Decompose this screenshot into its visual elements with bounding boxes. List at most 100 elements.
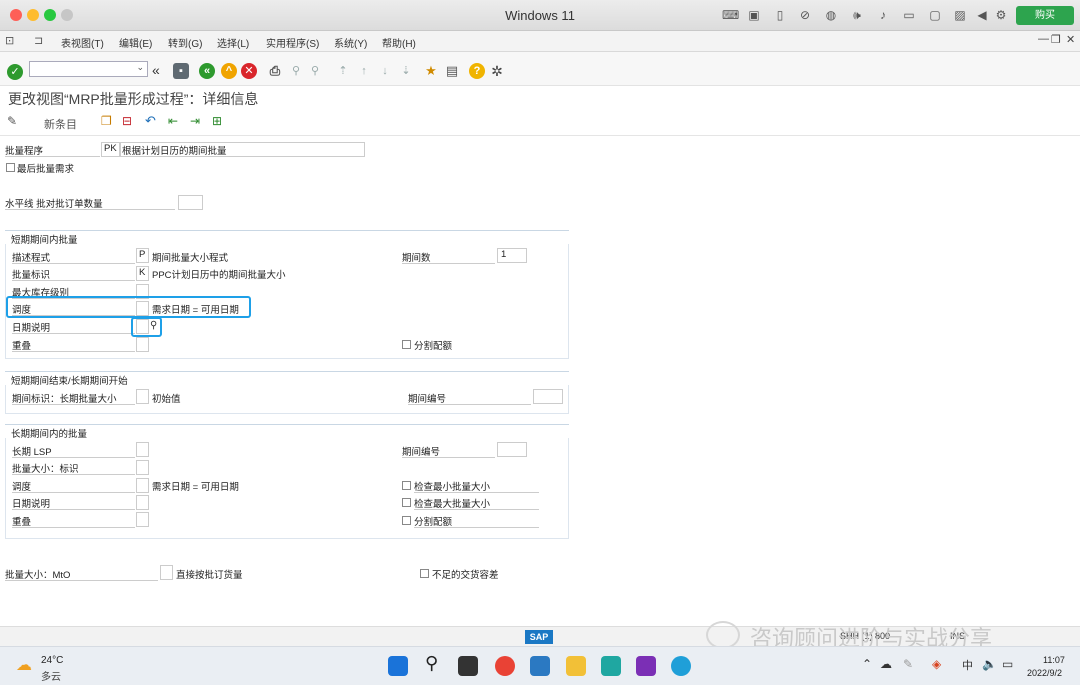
speaker-icon[interactable]: 🕪 <box>850 8 864 22</box>
scheduling-input[interactable] <box>136 301 149 316</box>
undo-icon[interactable]: ↶ <box>145 113 156 129</box>
drive-icon[interactable]: ▭ <box>902 8 916 22</box>
menu-item-edit[interactable]: 编辑(E) <box>119 35 152 50</box>
check-min-checkbox[interactable] <box>402 481 411 490</box>
buy-button[interactable]: 购买 <box>1016 6 1074 25</box>
period-ind-desc: 初始值 <box>152 394 181 405</box>
previous-entry-icon[interactable]: ⇤ <box>168 114 178 128</box>
restore-icon[interactable]: ❐ <box>1051 33 1061 46</box>
lot-procedure-code[interactable]: PK <box>101 142 120 157</box>
window-menu-icon[interactable]: ⊡ <box>5 34 14 47</box>
copy-icon[interactable]: ❐ <box>101 114 112 128</box>
print-icon[interactable]: ⎙ <box>267 63 283 79</box>
first-page-icon[interactable]: ⇡ <box>335 63 351 79</box>
back-arrow-icon[interactable]: ◀ <box>975 8 989 22</box>
next-page-icon[interactable]: ↓ <box>377 63 393 79</box>
lot-ind-label: 批量标识 <box>12 267 135 281</box>
exit-icon[interactable]: ^ <box>221 63 237 79</box>
settings-icon[interactable]: ✲ <box>489 63 505 79</box>
network-icon[interactable]: ◍ <box>824 8 838 22</box>
desc-proc-code[interactable]: P <box>136 248 149 263</box>
keyboard-icon[interactable]: ⌨ <box>722 8 739 22</box>
date-spec-input[interactable] <box>136 319 149 334</box>
overlap-input[interactable] <box>136 337 149 352</box>
horizon-input[interactable] <box>178 195 203 210</box>
language-icon[interactable]: 中 <box>962 657 973 673</box>
gear-icon[interactable]: ⚙ <box>994 8 1008 22</box>
last-lot-checkbox[interactable] <box>6 163 15 172</box>
usb-icon[interactable]: ▯ <box>773 8 787 22</box>
transport-icon[interactable]: ⊞ <box>212 114 222 128</box>
chevron-down-icon[interactable]: ⌄ <box>136 62 144 73</box>
minimize-icon[interactable]: — <box>1038 33 1049 45</box>
camera-icon[interactable]: ▢ <box>928 8 942 22</box>
split-quota-checkbox[interactable] <box>402 340 411 349</box>
menu-item-system[interactable]: 系统(Y) <box>334 35 367 50</box>
help-icon[interactable]: ? <box>469 63 485 79</box>
app-icon[interactable] <box>601 656 621 676</box>
weather-desc: 多云 <box>41 672 61 683</box>
enter-icon[interactable]: ✓ <box>7 64 23 80</box>
clock-date[interactable]: 2022/9/2 <box>1027 668 1062 678</box>
menu-item-utilities[interactable]: 实用程序(S) <box>266 35 319 50</box>
save-icon[interactable]: ▪ <box>173 63 189 79</box>
last-page-icon[interactable]: ⇣ <box>398 63 414 79</box>
check-max-checkbox[interactable] <box>402 498 411 507</box>
previous-page-icon[interactable]: ↑ <box>356 63 372 79</box>
periods-input[interactable]: 1 <box>497 248 527 263</box>
sap-logon-icon[interactable] <box>530 656 550 676</box>
chrome-icon[interactable] <box>495 656 515 676</box>
shortcut-icon[interactable]: ▤ <box>444 63 460 79</box>
long-lsp-input[interactable] <box>136 442 149 457</box>
transition-period-no-input[interactable] <box>533 389 563 404</box>
back-icon[interactable]: « <box>199 63 215 79</box>
volume-icon[interactable]: 🔈 <box>982 657 997 671</box>
pen-icon[interactable]: ✎ <box>903 657 913 671</box>
long-lot-ind-input[interactable] <box>136 460 149 475</box>
battery-icon[interactable]: ▭ <box>1002 657 1013 671</box>
close-icon[interactable]: ✕ <box>1066 33 1075 46</box>
menu-item-selection[interactable]: 选择(L) <box>217 35 249 50</box>
collapse-icon[interactable]: « <box>152 62 160 78</box>
long-scheduling-label: 调度 <box>12 479 135 493</box>
scheduling-label: 调度 <box>12 302 135 316</box>
start-icon[interactable] <box>388 656 408 676</box>
lot-ind-code[interactable]: K <box>136 266 149 281</box>
menu-item-goto[interactable]: 转到(G) <box>168 35 202 50</box>
new-entries-button[interactable]: 新条目 <box>44 116 77 132</box>
onedrive-icon[interactable]: ☁ <box>880 657 892 671</box>
menu-item-help[interactable]: 帮助(H) <box>382 35 416 50</box>
shortage-tolerance-checkbox[interactable] <box>420 569 429 578</box>
cancel-icon[interactable]: ✕ <box>241 63 257 79</box>
clock-time[interactable]: 11:07 <box>1043 655 1065 665</box>
find-icon[interactable]: ⚲ <box>288 63 304 79</box>
delete-icon[interactable]: ⊟ <box>122 114 132 128</box>
task-view-icon[interactable] <box>458 656 478 676</box>
long-overlap-input[interactable] <box>136 512 149 527</box>
app-tray-icon[interactable]: ◈ <box>932 657 941 671</box>
mto-input[interactable] <box>160 565 173 580</box>
weather-icon[interactable]: ☁ <box>16 655 32 675</box>
display-change-icon[interactable]: ✎ <box>7 114 17 128</box>
file-explorer-icon[interactable] <box>566 656 586 676</box>
period-ind-input[interactable] <box>136 389 149 404</box>
layout-menu-icon[interactable]: ⊐ <box>34 34 43 47</box>
search-icon[interactable]: ⚲ <box>425 653 438 674</box>
image-icon[interactable]: ▨ <box>953 8 967 22</box>
command-field[interactable]: ⌄ <box>29 61 148 77</box>
menu-item-table-view[interactable]: 表视图(T) <box>61 35 104 50</box>
long-date-spec-input[interactable] <box>136 495 149 510</box>
next-entry-icon[interactable]: ⇥ <box>190 114 200 128</box>
microphone-icon[interactable]: ♪ <box>876 8 890 22</box>
create-session-icon[interactable]: ★ <box>423 63 439 79</box>
chevron-up-icon[interactable]: ⌃ <box>862 657 872 671</box>
long-period-no-input[interactable] <box>497 442 527 457</box>
no-camera-icon[interactable]: ⊘ <box>798 8 812 22</box>
long-split-quota-checkbox[interactable] <box>402 516 411 525</box>
search-help-icon[interactable]: ⚲ <box>150 320 157 331</box>
find-next-icon[interactable]: ⚲ <box>307 63 323 79</box>
long-scheduling-input[interactable] <box>136 478 149 493</box>
cpu-icon[interactable]: ▣ <box>747 8 761 22</box>
edge-icon[interactable] <box>671 656 691 676</box>
onenote-icon[interactable] <box>636 656 656 676</box>
